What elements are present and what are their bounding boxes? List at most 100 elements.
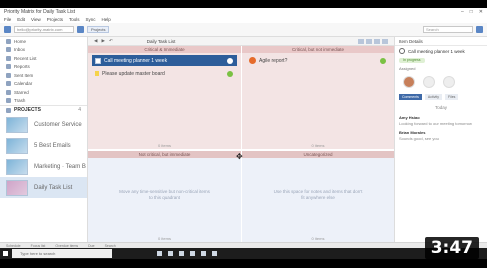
store-icon[interactable]: [190, 251, 195, 256]
task-item[interactable]: Call meeting planner 1 week: [92, 55, 237, 66]
quadrant-header: Uncategorized: [242, 151, 394, 158]
quadrant-empty-text: Use this space for notes and items that …: [273, 189, 363, 200]
tab-comments[interactable]: Comments: [399, 94, 422, 100]
task-item[interactable]: Agile report?: [246, 55, 390, 66]
task-checkbox[interactable]: [95, 57, 101, 64]
quadrant-1[interactable]: Critical & Immediate Call meeting planne…: [88, 46, 241, 149]
menu-file[interactable]: File: [4, 17, 11, 22]
app-logo-icon: [4, 26, 11, 33]
calendar-icon: [6, 81, 11, 87]
desktop-screen: Priority Matrix for Daily Task List – □ …: [0, 8, 487, 259]
close-button[interactable]: ✕: [479, 9, 483, 15]
main-toolbar: hello@priority-matrix.com Projects Searc…: [0, 23, 487, 37]
owner-label: Assigned: [399, 65, 416, 71]
details-task[interactable]: Call meeting planner 1 week: [395, 46, 487, 56]
nav-calendar[interactable]: Calendar: [0, 80, 87, 89]
avatar[interactable]: [443, 76, 455, 88]
back-icon[interactable]: ◀: [94, 38, 97, 44]
quadrant-footer: 0 items: [158, 143, 171, 148]
account-field[interactable]: hello@priority-matrix.com: [14, 26, 74, 33]
owner-row: Assigned: [395, 64, 487, 72]
item-details-pane: Item Details Call meeting planner 1 week…: [394, 37, 487, 242]
status-tab[interactable]: Due: [88, 244, 94, 248]
project-item[interactable]: Marketing · Team B: [0, 156, 87, 177]
status-tab[interactable]: Overdue items: [55, 244, 78, 248]
nav-inbox[interactable]: Inbox: [0, 46, 87, 55]
project-item-selected[interactable]: Daily Task List: [0, 177, 87, 198]
comment-author: Amy Hsiao: [399, 115, 420, 120]
nav-reports[interactable]: Reports: [0, 63, 87, 72]
done-check-icon[interactable]: [227, 57, 233, 64]
menu-tools[interactable]: Tools: [69, 17, 80, 22]
menu-edit[interactable]: Edit: [17, 17, 25, 22]
status-badge[interactable]: In progress: [399, 57, 425, 63]
chart-icon: [6, 64, 11, 70]
status-tab[interactable]: Search: [105, 244, 116, 248]
status-tab[interactable]: Schedule: [6, 244, 21, 248]
complete-circle-icon[interactable]: [399, 48, 405, 54]
quadrant-empty-text: Move any time-sensitive but non-critical…: [119, 189, 210, 200]
start-button[interactable]: [0, 248, 10, 259]
project-thumbnail: [6, 116, 28, 133]
quadrant-footer: 0 items: [158, 236, 171, 241]
project-thumbnail: [6, 158, 28, 175]
projects-count: 4: [78, 107, 81, 113]
quadrant-footer: 0 items: [311, 236, 325, 241]
quadrant-4[interactable]: Uncategorized Use this space for notes a…: [241, 149, 394, 242]
projects-chip[interactable]: Projects: [87, 26, 110, 33]
project-thumbnail: [6, 179, 28, 196]
folder-icon: [6, 107, 11, 113]
tab-files[interactable]: Files: [445, 94, 459, 100]
project-item[interactable]: 5 Best Emails: [0, 135, 87, 156]
taskbar-search[interactable]: Type here to search: [12, 249, 112, 258]
menu-projects[interactable]: Projects: [47, 17, 63, 22]
quadrant-3[interactable]: Not critical, but immediate Move any tim…: [88, 149, 241, 242]
menu-view[interactable]: View: [31, 17, 41, 22]
task-item[interactable]: Please update master board: [92, 68, 237, 79]
settings-icon[interactable]: [476, 26, 483, 33]
assignee-avatars: [395, 72, 487, 92]
letterbox-bottom: [0, 259, 487, 268]
edge-icon[interactable]: [168, 251, 173, 256]
search-input[interactable]: Search: [423, 26, 473, 33]
mail-icon[interactable]: [201, 251, 206, 256]
avatar[interactable]: [423, 76, 435, 88]
quadrant-header: Critical, but not immediate: [242, 46, 394, 53]
tab-activity[interactable]: Activity: [424, 94, 443, 100]
details-header: Item Details: [395, 37, 487, 46]
avatar[interactable]: [403, 76, 415, 88]
project-thumbnail: [6, 137, 28, 154]
comment: Amy Hsiao Looking forward to our meeting…: [395, 113, 487, 128]
nav-starred[interactable]: Starred: [0, 88, 87, 97]
undo-icon[interactable]: ↶: [109, 38, 113, 44]
avatar-icon: [249, 57, 256, 64]
nav-sent[interactable]: Sent Item: [0, 71, 87, 80]
maximize-button[interactable]: □: [470, 9, 473, 15]
done-check-icon[interactable]: [227, 70, 233, 77]
comment-body: Looking forward to our meeting tomorrow: [399, 121, 472, 126]
matrix-title: Daily Task List: [146, 38, 176, 44]
dropdown-icon[interactable]: [77, 26, 84, 33]
menu-help[interactable]: Help: [102, 17, 111, 22]
explorer-icon[interactable]: [179, 251, 184, 256]
windows-icon: [2, 251, 8, 256]
app-icon[interactable]: [212, 251, 217, 256]
nav-recent[interactable]: Recent List: [0, 54, 87, 63]
nav-home[interactable]: Home: [0, 37, 87, 46]
minimize-button[interactable]: –: [461, 9, 464, 15]
star-icon: [6, 89, 11, 95]
done-check-icon[interactable]: [380, 57, 386, 64]
status-tab[interactable]: Focus list: [31, 244, 46, 248]
window-controls: – □ ✕: [461, 9, 483, 15]
menu-sync[interactable]: Sync: [86, 17, 96, 22]
forward-icon[interactable]: ▶: [101, 38, 104, 44]
priority-matrix: ◀ ▶ ↶ Daily Task List Critical & Immedia…: [88, 37, 394, 242]
task-view-icon[interactable]: [157, 251, 162, 256]
project-item[interactable]: Customer Service: [0, 114, 87, 135]
comment-body: Sounds good, see you: [399, 136, 439, 141]
quadrant-2[interactable]: Critical, but not immediate Agile report…: [241, 46, 394, 149]
nav-trash[interactable]: Trash: [0, 97, 87, 106]
left-navigation: Home Inbox Recent List Reports Sent Item…: [0, 37, 88, 242]
view-switcher[interactable]: [358, 38, 388, 44]
projects-section[interactable]: PROJECTS 4: [0, 105, 87, 114]
